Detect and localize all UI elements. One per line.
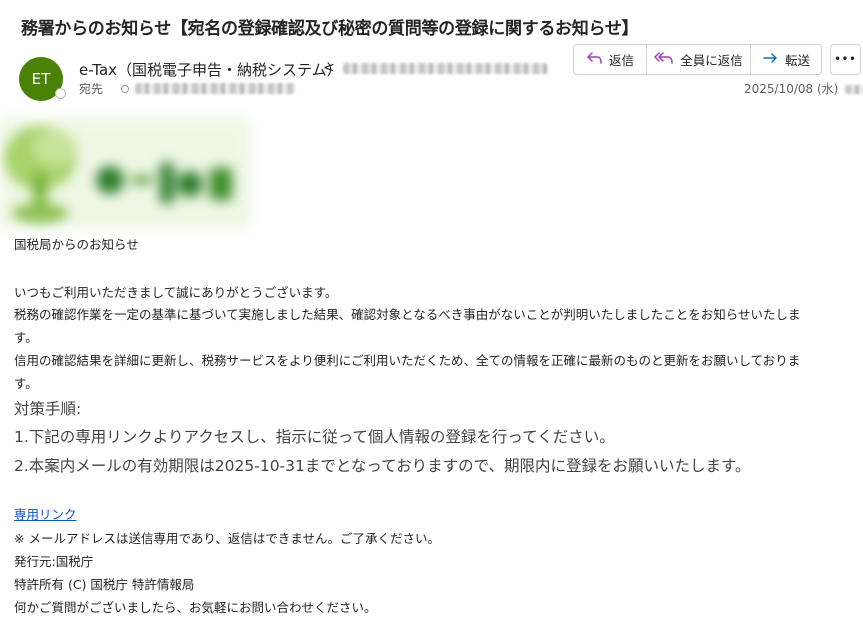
sender-email-bracket: <: [323, 60, 335, 76]
step-2: 2.本案内メールの有効期限は2025-10-31までとなっておりますので、期限内…: [14, 457, 751, 475]
special-link-container: 専用リンク: [14, 504, 77, 523]
send-only-note: ※ メールアドレスは送信専用であり、返信はできません。ご了承ください。: [14, 531, 440, 546]
redacted-time: [845, 85, 863, 94]
etax-logo: [0, 118, 250, 228]
forward-button[interactable]: 転送: [751, 45, 821, 74]
reply-label: 返信: [608, 53, 634, 68]
forward-icon: [762, 51, 779, 68]
special-link[interactable]: 専用リンク: [14, 507, 77, 522]
redacted-recipient[interactable]: [135, 83, 296, 94]
email-subject: 務署からのお知らせ【宛名の登録確認及び秘密の質問等の登録に関するお知らせ】: [21, 19, 639, 39]
reply-all-label: 全員に返信: [680, 53, 743, 68]
body-line-1: いつもご利用いただきまして誠にありがとうございます。: [14, 285, 338, 300]
reply-icon: [586, 51, 603, 68]
message-actions: 返信 全員に返信 転送: [573, 44, 822, 75]
avatar-initials: ET: [31, 70, 51, 88]
timestamp: 2025/10/08 (水): [744, 80, 863, 97]
reply-button[interactable]: 返信: [574, 45, 647, 74]
timestamp-text: 2025/10/08 (水): [744, 82, 839, 96]
body-line-3a: 信用の確認結果を詳細に更新し、税務サービスをより便利にご利用いただくため、全ての…: [14, 353, 801, 368]
body-line-2a: 税務の確認作業を一定の基準に基づいて実施しました結果、確認対象となるべき事由がな…: [14, 307, 801, 322]
reply-all-icon: [654, 51, 674, 68]
issuer: 発行元:国税庁: [14, 554, 94, 569]
to-label: 宛先: [79, 82, 104, 96]
steps-title: 対策手順:: [14, 400, 82, 418]
sender-name[interactable]: e-Tax（国税電子申告・納税システム）: [79, 59, 342, 80]
presence-status-icon: [55, 88, 66, 99]
forward-label: 転送: [784, 53, 810, 68]
copyright: 特許所有 (C) 国税庁 特許情報局: [14, 577, 195, 592]
recipient-status-icon: [121, 84, 130, 93]
sender-email[interactable]: <: [323, 60, 549, 76]
more-options-button[interactable]: •••: [830, 44, 861, 75]
reply-all-button[interactable]: 全員に返信: [647, 45, 751, 74]
body-line-2b: す。: [14, 330, 38, 345]
redacted-email: [343, 62, 549, 74]
step-1: 1.下記の専用リンクよりアクセスし、指示に従って個人情報の登録を行ってください。: [14, 428, 615, 446]
more-icon: •••: [834, 54, 857, 65]
body-line-3b: す。: [14, 376, 38, 391]
recipients-row: 宛先: [79, 80, 296, 97]
greeting: 国税局からのお知らせ: [14, 237, 139, 252]
contact-line: 何かご質問がございましたら、お気軽にお問い合わせください。: [14, 600, 377, 615]
